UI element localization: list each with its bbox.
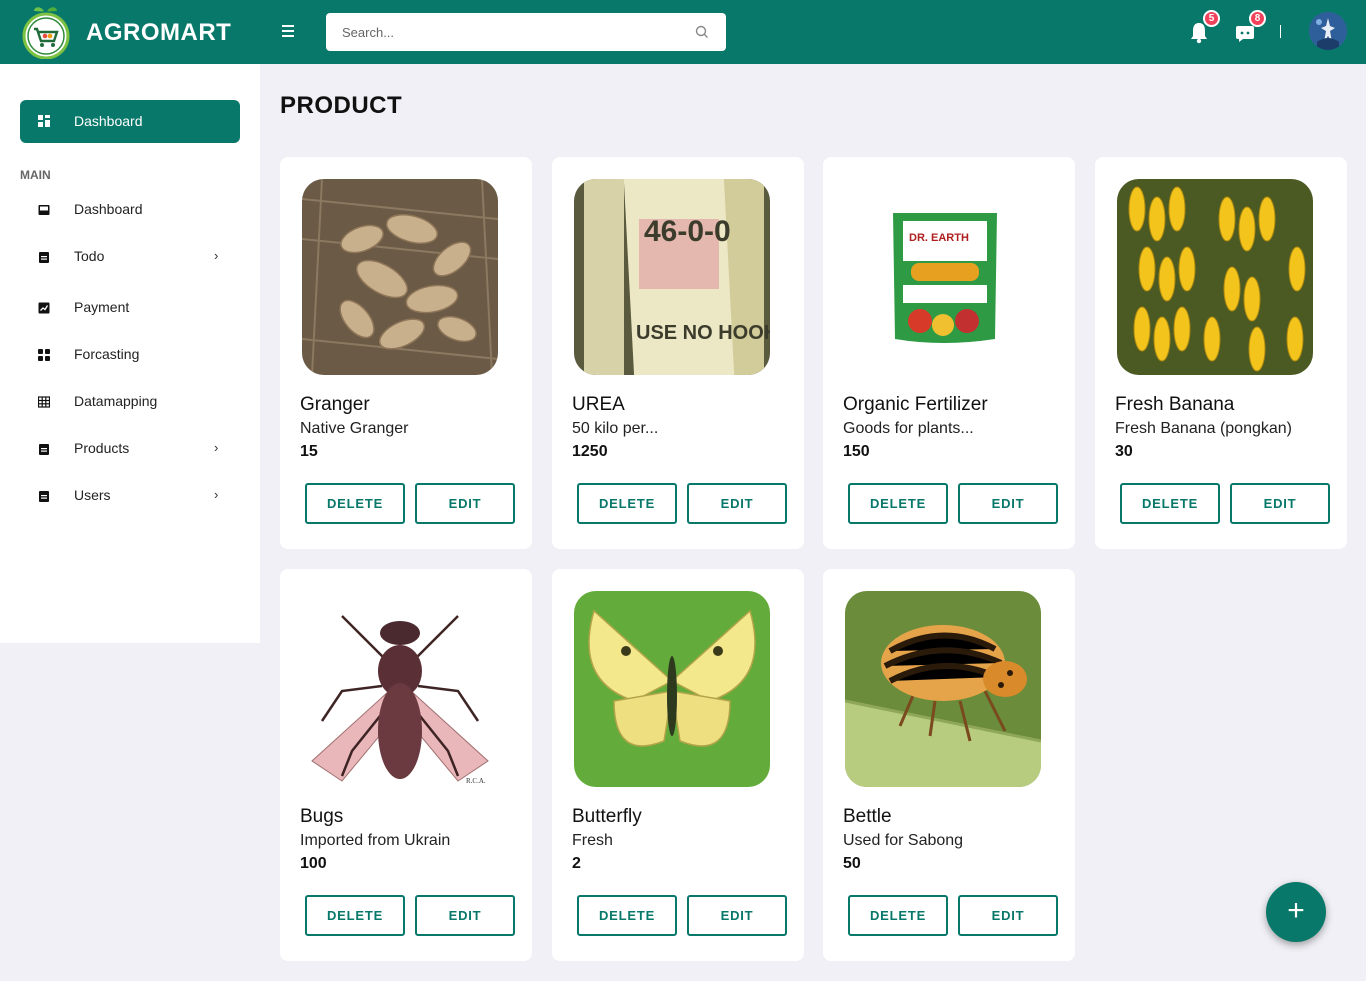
- delete-button[interactable]: DELETE: [848, 895, 948, 936]
- chart-icon: [38, 302, 50, 314]
- delete-button[interactable]: DELETE: [1120, 483, 1220, 524]
- product-card: Bettle Used for Sabong 50 DELETE EDIT: [823, 569, 1075, 961]
- messages-badge: 8: [1249, 10, 1266, 27]
- clipboard-icon: [39, 491, 49, 502]
- sidebar-item-products[interactable]: Products ›: [20, 434, 240, 464]
- clipboard-icon: [39, 444, 49, 455]
- svg-text:46-0-0: 46-0-0: [644, 215, 731, 248]
- product-quantity: 50: [843, 855, 861, 872]
- svg-text:USE NO HOOKS: USE NO HOOKS: [636, 322, 770, 344]
- sidebar-item-todo[interactable]: Todo ›: [20, 242, 240, 272]
- delete-button[interactable]: DELETE: [848, 483, 948, 524]
- sidebar-item-label: Forcasting: [74, 346, 140, 362]
- table-icon: [38, 396, 50, 408]
- product-card: 46-0-0 USE NO HOOKS UREA 50 kilo per... …: [552, 157, 804, 549]
- sidebar-section-heading: MAIN: [20, 168, 51, 182]
- messages-button[interactable]: 8: [1232, 10, 1266, 46]
- brand-name[interactable]: AGROMART: [86, 19, 231, 47]
- product-image: [574, 591, 770, 787]
- product-name: Granger: [300, 394, 370, 415]
- product-quantity: 100: [300, 855, 327, 872]
- product-description: Goods for plants...: [843, 420, 974, 437]
- agromart-logo[interactable]: [22, 5, 72, 60]
- sidebar-item-dashboard[interactable]: Dashboard: [20, 195, 240, 225]
- delete-button[interactable]: DELETE: [577, 483, 677, 524]
- delete-button[interactable]: DELETE: [305, 895, 405, 936]
- clipboard-icon: [39, 252, 49, 263]
- svg-text:R.C.A.: R.C.A.: [466, 777, 486, 785]
- product-image: [302, 179, 498, 375]
- product-name: Fresh Banana: [1115, 394, 1235, 415]
- notifications-badge: 5: [1203, 10, 1220, 27]
- chevron-right-icon: ›: [214, 440, 219, 455]
- delete-button[interactable]: DELETE: [577, 895, 677, 936]
- sidebar-item-label: Payment: [74, 299, 130, 315]
- product-description: Imported from Ukrain: [300, 832, 451, 849]
- header-divider: [1280, 25, 1281, 38]
- sidebar-item-datamapping[interactable]: Datamapping: [20, 387, 240, 417]
- edit-button[interactable]: EDIT: [958, 895, 1058, 936]
- sidebar-item-label: Todo: [74, 248, 105, 264]
- search-icon[interactable]: [694, 24, 710, 40]
- product-name: Bettle: [843, 806, 892, 827]
- sidebar-item-forcasting[interactable]: Forcasting: [20, 340, 240, 370]
- product-description: Fresh Banana (pongkan): [1115, 420, 1292, 437]
- page-title: PRODUCT: [280, 92, 403, 119]
- product-image: 46-0-0 USE NO HOOKS: [574, 179, 770, 375]
- grid-icon: [38, 349, 50, 361]
- product-quantity: 1250: [572, 443, 608, 460]
- sidebar-item-label: Datamapping: [74, 393, 158, 409]
- product-name: Organic Fertilizer: [843, 394, 988, 415]
- sidebar-item-users[interactable]: Users ›: [20, 481, 240, 511]
- product-image: R.C.A.: [302, 591, 498, 787]
- dashboard-icon: [38, 115, 50, 127]
- product-card: DR. EARTH Organic Fertilizer Goods for p…: [823, 157, 1075, 549]
- product-card: Butterfly Fresh 2 DELETE EDIT: [552, 569, 804, 961]
- product-name: UREA: [572, 394, 625, 415]
- sidebar-item-payment[interactable]: Payment: [20, 293, 240, 323]
- add-product-button[interactable]: +: [1266, 882, 1326, 942]
- notifications-button[interactable]: 5: [1186, 10, 1220, 46]
- product-image: DR. EARTH: [845, 179, 1041, 375]
- plus-icon: +: [1287, 894, 1305, 927]
- sidebar-item-dashboard-active[interactable]: Dashboard: [20, 100, 240, 143]
- sidebar: Dashboard MAIN Dashboard Todo › Payment …: [0, 64, 260, 643]
- search-input[interactable]: [342, 13, 682, 51]
- sidebar-item-label: Products: [74, 440, 130, 456]
- inbox-icon: [38, 205, 50, 215]
- product-image: [845, 591, 1041, 787]
- chevron-right-icon: ›: [214, 248, 219, 263]
- product-description: Fresh: [572, 832, 613, 849]
- product-quantity: 15: [300, 443, 318, 460]
- edit-button[interactable]: EDIT: [687, 483, 787, 524]
- edit-button[interactable]: EDIT: [415, 483, 515, 524]
- product-card: R.C.A. Bugs Imported from Ukrain 100 DEL…: [280, 569, 532, 961]
- edit-button[interactable]: EDIT: [1230, 483, 1330, 524]
- user-avatar[interactable]: [1309, 12, 1347, 50]
- product-image: [1117, 179, 1313, 375]
- hamburger-menu-icon[interactable]: [280, 22, 298, 42]
- sidebar-active-label: Dashboard: [74, 113, 143, 129]
- svg-text:DR. EARTH: DR. EARTH: [909, 232, 969, 244]
- search-bar: [326, 13, 726, 51]
- product-quantity: 150: [843, 443, 870, 460]
- product-description: Used for Sabong: [843, 832, 964, 849]
- sidebar-item-label: Users: [74, 487, 111, 503]
- delete-button[interactable]: DELETE: [305, 483, 405, 524]
- edit-button[interactable]: EDIT: [958, 483, 1058, 524]
- product-card: Granger Native Granger 15 DELETE EDIT: [280, 157, 532, 549]
- edit-button[interactable]: EDIT: [415, 895, 515, 936]
- product-name: Butterfly: [572, 806, 642, 827]
- chevron-right-icon: ›: [214, 487, 219, 502]
- product-name: Bugs: [300, 806, 344, 827]
- product-quantity: 2: [572, 855, 581, 872]
- product-card: Fresh Banana Fresh Banana (pongkan) 30 D…: [1095, 157, 1347, 549]
- edit-button[interactable]: EDIT: [687, 895, 787, 936]
- top-navbar: AGROMART 5 8: [0, 0, 1366, 64]
- sidebar-item-label: Dashboard: [74, 201, 143, 217]
- product-quantity: 30: [1115, 443, 1133, 460]
- product-description: Native Granger: [300, 420, 409, 437]
- product-description: 50 kilo per...: [572, 420, 659, 437]
